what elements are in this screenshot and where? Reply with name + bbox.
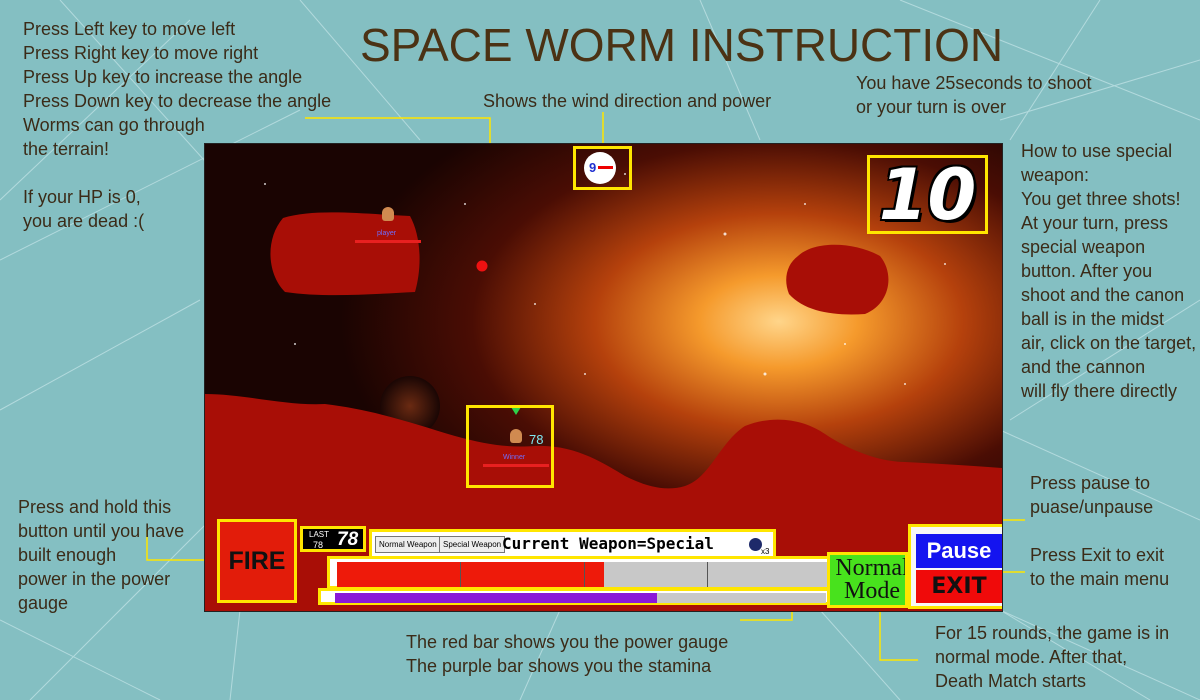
mode-note: For 15 rounds, the game is in normal mod… (935, 623, 1170, 691)
power-tick (460, 562, 461, 587)
cannonball (476, 260, 488, 272)
control-buttons: Pause EXIT (908, 524, 1002, 609)
special-weapon-note: How to use special weapon: You get three… (1021, 141, 1197, 401)
stamina-fill (335, 593, 657, 603)
fire-note: Press and hold this button until you hav… (18, 497, 185, 613)
last-power-value: 78 (337, 529, 359, 550)
last-power-display: LAST 78 78 (300, 526, 366, 552)
wind-value: 9 (589, 160, 597, 175)
wind-indicator: 9 (573, 146, 632, 190)
fire-label: FIRE (228, 546, 286, 575)
power-fill (337, 562, 604, 587)
wind-note: Shows the wind direction and power (483, 91, 772, 111)
last-label: LAST (309, 530, 330, 539)
exit-button[interactable]: EXIT (916, 570, 1002, 603)
pause-note: Press pause to puase/unpause (1030, 473, 1154, 517)
current-weapon-label: Current Weapon=Special (502, 534, 714, 553)
power-gauge (327, 556, 832, 589)
gauges (318, 556, 832, 605)
stamina-gauge (318, 588, 832, 605)
normal-weapon-button[interactable]: Normal Weapon (375, 536, 441, 553)
floating-island-left (270, 212, 420, 296)
last-small-value: 78 (313, 540, 324, 550)
active-worm-highlight (466, 405, 554, 488)
turn-timer: 10 (867, 154, 988, 236)
timer-note: You have 25seconds to shoot or your turn… (856, 73, 1092, 117)
power-tick (707, 562, 708, 587)
worm-player-name: player (377, 230, 397, 237)
fire-button[interactable]: FIRE (217, 519, 297, 603)
exit-note: Press Exit to exit to the main menu (1030, 545, 1170, 589)
power-tick (584, 562, 585, 587)
game-mode-indicator: Normal Mode (827, 552, 908, 608)
gauges-note: The red bar shows you the power gauge Th… (406, 632, 729, 676)
worm-player (382, 207, 394, 221)
power-track (337, 562, 831, 587)
worm-player-hp-bar (355, 240, 421, 243)
special-count: x3 (761, 547, 770, 556)
wind-arrow-icon (598, 166, 613, 169)
game-mode-label: Normal Mode (835, 555, 908, 604)
stamina-track (335, 593, 826, 603)
special-weapon-button[interactable]: Special Weapon (439, 536, 506, 553)
game-screen[interactable]: player 78 Winner 9 10 FIRE LAST 78 78 No… (204, 143, 1003, 612)
pause-button[interactable]: Pause (916, 534, 1002, 568)
